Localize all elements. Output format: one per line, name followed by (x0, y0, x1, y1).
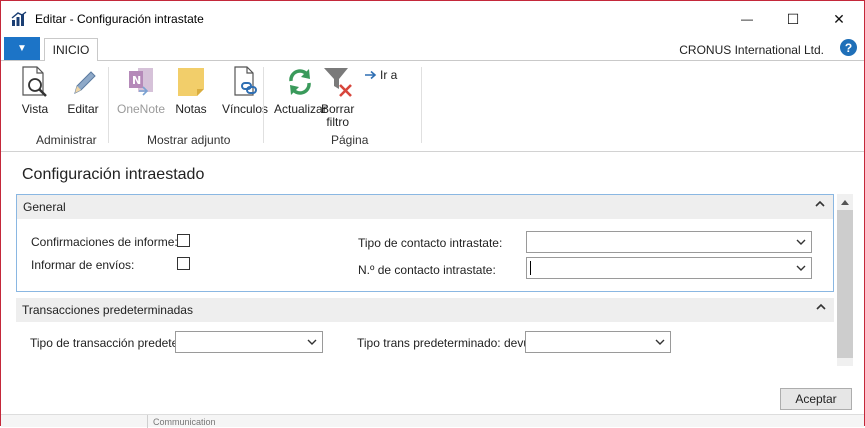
fasttab-transacciones-header[interactable]: Transacciones predeterminadas (16, 298, 834, 322)
fasttab-general: General Confirmaciones de informe: Infor… (16, 194, 834, 292)
vista-button[interactable]: Vista (19, 65, 51, 116)
notas-button[interactable]: Notas (175, 65, 207, 116)
page-title: Configuración intraestado (22, 166, 205, 183)
informar-envios-label: Informar de envíos: (31, 258, 135, 272)
vinculos-button[interactable]: Vínculos (222, 65, 268, 116)
background-window-strip: Communication (1, 414, 864, 428)
clear-filter-icon (323, 68, 352, 97)
divider (147, 415, 148, 428)
editar-button[interactable]: Editar (67, 65, 99, 116)
dialog-window: Editar - Configuración intrastate — ☐ ✕ … (0, 0, 865, 428)
minimize-button[interactable]: — (727, 5, 767, 33)
tipo-contacto-label: Tipo de contacto intrastate: (358, 236, 503, 250)
fasttab-general-header[interactable]: General (17, 195, 833, 219)
collapse-chevron-icon[interactable] (815, 199, 825, 211)
editar-label: Editar (67, 102, 99, 116)
ir-a-button[interactable]: Ir a (365, 68, 397, 82)
vinculos-label: Vínculos (222, 102, 269, 116)
chevron-down-icon (796, 265, 806, 271)
maximize-icon: ☐ (786, 10, 800, 27)
scrollbar-thumb[interactable] (837, 210, 853, 358)
group-label-mostrar-adjunto: Mostrar adjunto (147, 133, 231, 147)
refresh-icon (289, 69, 312, 95)
onenote-icon: N (129, 68, 154, 96)
chevron-down-icon (307, 339, 317, 345)
confirmaciones-label: Confirmaciones de informe: (31, 235, 178, 249)
help-icon[interactable]: ? (840, 39, 857, 56)
fasttab-general-title: General (23, 200, 66, 214)
svg-text:N: N (132, 74, 141, 87)
view-document-icon (22, 66, 47, 97)
dropdown-arrow-icon: ▼ (17, 43, 27, 54)
aceptar-button[interactable]: Aceptar (780, 388, 852, 410)
title-bar: Editar - Configuración intrastate — ☐ ✕ (1, 1, 864, 35)
ribbon-tab-bar: ▼ INICIO CRONUS International Ltd. ? (1, 37, 864, 62)
link-document-icon (234, 66, 258, 96)
group-label-administrar: Administrar (36, 133, 97, 147)
chevron-down-icon (796, 239, 806, 245)
application-menu-button[interactable]: ▼ (4, 37, 40, 60)
tipo-contacto-select[interactable] (526, 231, 812, 253)
close-icon: ✕ (833, 10, 845, 27)
borrar-filtro-button[interactable]: Borrar filtro (321, 65, 354, 129)
group-separator (263, 67, 264, 143)
borrar-filtro-label-2: filtro (326, 115, 349, 129)
collapse-chevron-icon[interactable] (816, 302, 826, 314)
close-button[interactable]: ✕ (819, 5, 859, 33)
fasttab-transacciones-title: Transacciones predeterminadas (22, 303, 193, 317)
app-logo-icon (11, 11, 27, 26)
maximize-button[interactable]: ☐ (773, 5, 813, 33)
scroll-up-arrow-icon[interactable] (837, 194, 853, 210)
group-label-pagina: Página (331, 133, 369, 147)
tipo-trans-select[interactable] (175, 331, 323, 353)
chevron-down-icon (655, 339, 665, 345)
confirmaciones-checkbox[interactable] (177, 234, 190, 247)
actualizar-button[interactable]: Actualizar (274, 65, 327, 116)
vertical-scrollbar[interactable] (837, 194, 853, 366)
group-separator (421, 67, 422, 143)
pencil-icon (74, 71, 96, 94)
group-separator (108, 67, 109, 143)
text-cursor (530, 261, 531, 275)
no-contacto-label: N.º de contacto intrastate: (358, 263, 496, 277)
actualizar-label: Actualizar (274, 102, 327, 116)
ribbon: Vista Editar Administrar N OneNote Notas… (1, 61, 864, 152)
vista-label: Vista (21, 102, 49, 116)
fasttab-transacciones: Transacciones predeterminadas Tipo de tr… (16, 298, 834, 358)
informar-envios-checkbox[interactable] (177, 257, 190, 270)
notas-label: Notas (175, 102, 207, 116)
arrow-right-icon (365, 70, 377, 80)
sticky-note-icon (178, 68, 204, 96)
ir-a-label: Ir a (380, 68, 398, 82)
no-contacto-input[interactable] (526, 257, 812, 279)
onenote-button[interactable]: N OneNote (117, 65, 165, 116)
onenote-label: OneNote (117, 102, 166, 116)
window-title: Editar - Configuración intrastate (35, 12, 204, 26)
tipo-trans-dev-select[interactable] (525, 331, 671, 353)
company-name: CRONUS International Ltd. (679, 43, 824, 57)
minimize-icon: — (741, 12, 753, 26)
tab-inicio[interactable]: INICIO (44, 38, 98, 62)
